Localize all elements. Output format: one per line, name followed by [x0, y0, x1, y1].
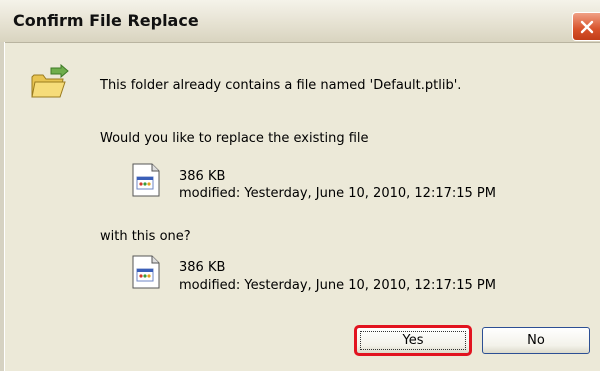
title-bar[interactable]: Confirm File Replace	[0, 0, 600, 43]
window-frame	[0, 42, 5, 371]
yes-button[interactable]: Yes	[354, 325, 472, 356]
close-icon	[580, 20, 594, 34]
existing-file-icon	[132, 163, 160, 197]
no-button[interactable]: No	[482, 327, 590, 354]
existing-file-size: 386 KB	[179, 169, 226, 184]
new-file-modified: modified: Yesterday, June 10, 2010, 12:1…	[179, 278, 496, 293]
existing-file-modified: modified: Yesterday, June 10, 2010, 12:1…	[179, 186, 496, 201]
folder-move-icon	[31, 64, 69, 98]
with-label: with this one?	[100, 229, 191, 244]
question-text: Would you like to replace the existing f…	[100, 131, 369, 146]
close-button[interactable]	[572, 12, 600, 41]
new-file-size: 386 KB	[179, 260, 226, 275]
focus-ring	[360, 331, 466, 350]
dialog-title: Confirm File Replace	[13, 11, 199, 30]
new-file-icon	[132, 255, 160, 289]
message-text: This folder already contains a file name…	[100, 78, 462, 93]
no-button-label: No	[527, 333, 545, 348]
